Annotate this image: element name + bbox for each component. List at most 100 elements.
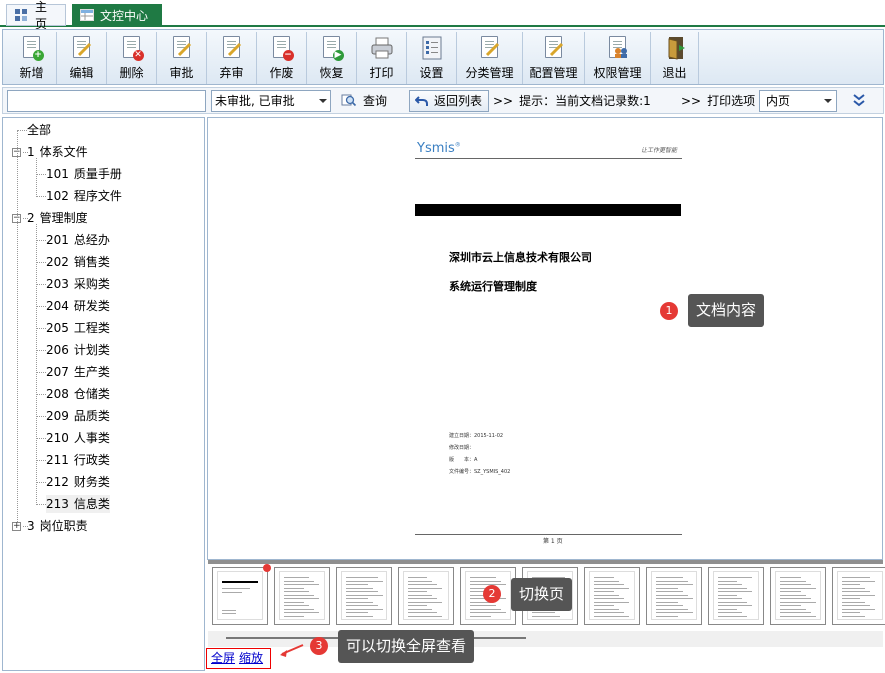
- badge-icon: ✕: [132, 50, 144, 61]
- meta-line: 修改日期：: [449, 445, 475, 451]
- page-thumbnail[interactable]: [212, 564, 271, 625]
- expand-icon[interactable]: +: [12, 522, 21, 531]
- page-thumbnail[interactable]: [770, 567, 826, 625]
- printer-icon: [370, 35, 394, 61]
- page-thumbnail[interactable]: [646, 567, 702, 625]
- tree-connector: [36, 394, 46, 395]
- tree-leaf[interactable]: 202 销售类: [46, 253, 110, 271]
- print-options-link[interactable]: >> 打印选项: [681, 92, 755, 110]
- meta-line: 建立日期：2015-11-02: [449, 433, 504, 439]
- thumbnail-preview: [713, 571, 759, 620]
- thumbnail-preview: [403, 571, 449, 620]
- tree-leaf[interactable]: 210 人事类: [46, 429, 110, 447]
- query-button[interactable]: 查询: [341, 92, 387, 110]
- toolbar: + 新增 编辑 ✕ 删除 审批 弃审 − 作废 ▶ 恢复 打印 设置 分类管理 配置管理 权限管理 退出: [2, 29, 884, 85]
- collapse-toggle[interactable]: [852, 93, 866, 110]
- page-thumbnail[interactable]: [274, 567, 330, 625]
- meta-line: 版 本：A: [449, 457, 478, 463]
- tree-leaf[interactable]: 207 生产类: [46, 363, 110, 381]
- tree-leaf[interactable]: 204 研发类: [46, 297, 110, 315]
- toolbar-button[interactable]: 退出: [651, 32, 699, 84]
- page-thumbnail[interactable]: [398, 567, 454, 625]
- double-chevron-icon: >>: [493, 94, 514, 108]
- home-icon: [15, 9, 29, 21]
- node-code: 209: [46, 409, 69, 423]
- page-type-select[interactable]: 内页: [759, 90, 837, 112]
- tab-label: 主页: [35, 0, 48, 31]
- tree-connector: [36, 504, 46, 505]
- toolbar-button[interactable]: 分类管理: [457, 32, 523, 84]
- toolbar-button[interactable]: + 新增: [7, 32, 57, 84]
- restore-doc-icon: ▶: [320, 35, 344, 61]
- tree-root[interactable]: 全部: [27, 121, 51, 139]
- node-code: 1: [27, 145, 35, 159]
- badge-icon: ▶: [332, 50, 344, 61]
- fullscreen-link[interactable]: 全屏: [211, 651, 235, 665]
- toolbar-label: 编辑: [69, 66, 94, 80]
- node-code: 206: [46, 343, 69, 357]
- document-title: 系统运行管理制度: [449, 280, 537, 293]
- node-code: 205: [46, 321, 69, 335]
- tree-leaf[interactable]: 101 质量手册: [46, 165, 122, 183]
- node-label: 财务类: [73, 475, 110, 489]
- print-options-label: 打印选项: [707, 94, 756, 108]
- tree-leaf[interactable]: 205 工程类: [46, 319, 110, 337]
- callout-number: 1: [660, 302, 678, 320]
- search-input[interactable]: [7, 90, 206, 112]
- tree-leaf[interactable]: 208 仓储类: [46, 385, 110, 403]
- redacted-bar: [415, 204, 681, 216]
- toolbar-button[interactable]: ✕ 删除: [107, 32, 157, 84]
- toolbar-button[interactable]: 打印: [357, 32, 407, 84]
- tree-leaf[interactable]: 213 信息类: [46, 495, 110, 513]
- node-label: 计划类: [73, 343, 110, 357]
- toolbar-label: 分类管理: [465, 66, 514, 80]
- tree-leaf[interactable]: 206 计划类: [46, 341, 110, 359]
- thumbnail-preview: [837, 571, 883, 620]
- tree-leaf[interactable]: 212 财务类: [46, 473, 110, 491]
- node-label: 销售类: [73, 255, 110, 269]
- page-thumbnail[interactable]: [832, 567, 885, 625]
- toolbar-button[interactable]: 弃审: [207, 32, 257, 84]
- status-filter-select[interactable]: 未审批, 已审批: [211, 90, 331, 112]
- tree-leaf[interactable]: 209 品质类: [46, 407, 110, 425]
- tab-document-center[interactable]: 文控中心: [72, 4, 162, 26]
- tree-connector: [36, 460, 46, 461]
- node-label: 岗位职责: [39, 519, 88, 533]
- node-code: 207: [46, 365, 69, 379]
- tree-group[interactable]: 3 岗位职责: [27, 517, 88, 535]
- zoom-link[interactable]: 缩放: [239, 651, 263, 665]
- page-thumbnail[interactable]: [708, 567, 764, 625]
- callout-number: 3: [310, 637, 328, 655]
- node-label: 仓储类: [73, 387, 110, 401]
- document-viewer[interactable]: Ysmis® 让工作更智能 深圳市云上信息技术有限公司 系统运行管理制度 建立日…: [207, 117, 883, 560]
- tree-leaf[interactable]: 201 总经办: [46, 231, 110, 249]
- back-to-list-button[interactable]: 返回列表: [409, 90, 489, 112]
- callout-fullscreen: 可以切换全屏查看: [338, 630, 475, 663]
- record-hint: >> 提示：当前文档记录数:1: [493, 92, 651, 110]
- toolbar-button[interactable]: 配置管理: [523, 32, 585, 84]
- toolbar-label: 权限管理: [593, 66, 642, 80]
- node-code: 202: [46, 255, 69, 269]
- tree-connector: [36, 262, 46, 263]
- toolbar-button[interactable]: 审批: [157, 32, 207, 84]
- tab-home[interactable]: 主页: [6, 0, 66, 31]
- toolbar-button[interactable]: 权限管理: [585, 32, 651, 84]
- toolbar-button[interactable]: ▶ 恢复: [307, 32, 357, 84]
- toolbar-button[interactable]: 编辑: [57, 32, 107, 84]
- chevron-down-icon: [319, 99, 327, 103]
- callout-number: 2: [483, 585, 501, 603]
- tree-leaf[interactable]: 203 采购类: [46, 275, 110, 293]
- node-label: 信息类: [73, 497, 110, 511]
- page-thumbnail[interactable]: [584, 567, 640, 625]
- tree-leaf[interactable]: 102 程序文件: [46, 187, 122, 205]
- header-slogan: 让工作更智能: [640, 147, 677, 154]
- toolbar-button[interactable]: 设置: [407, 32, 457, 84]
- node-label: 程序文件: [73, 189, 122, 203]
- tree-leaf[interactable]: 211 行政类: [46, 451, 110, 469]
- status-filter-value: 未审批, 已审批: [215, 94, 295, 108]
- tree-connector: [17, 130, 27, 131]
- tree-connector: [17, 131, 18, 522]
- page-thumbnail[interactable]: [336, 567, 392, 625]
- node-label: 体系文件: [39, 145, 88, 159]
- toolbar-button[interactable]: − 作废: [257, 32, 307, 84]
